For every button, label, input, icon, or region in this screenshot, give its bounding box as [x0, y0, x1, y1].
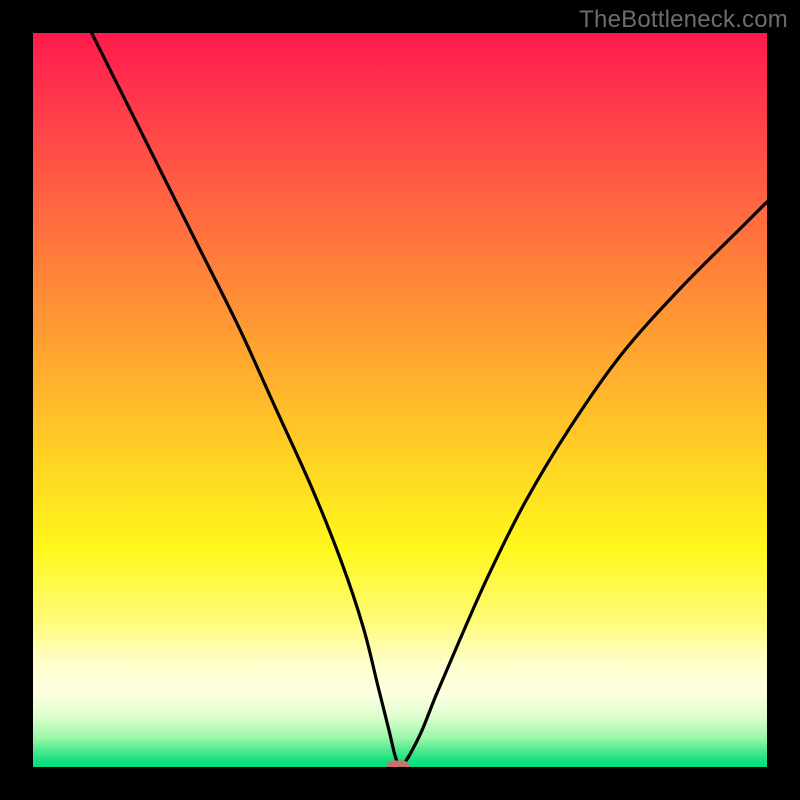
curve-svg	[33, 33, 767, 767]
chart-frame: TheBottleneck.com	[0, 0, 800, 800]
curve-path	[92, 33, 767, 767]
plot-area	[33, 33, 767, 767]
bottleneck-marker	[386, 761, 409, 768]
watermark-text: TheBottleneck.com	[579, 6, 788, 34]
